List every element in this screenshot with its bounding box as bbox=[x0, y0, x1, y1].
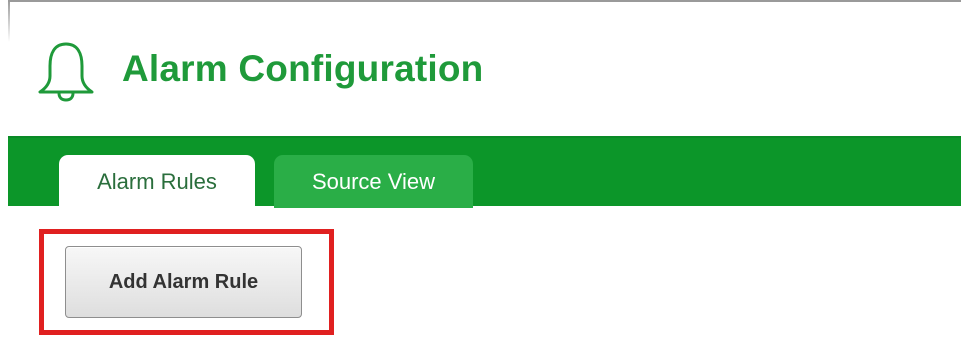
tab-alarm-rules[interactable]: Alarm Rules bbox=[59, 155, 255, 208]
tab-bar: Alarm Rules Source View bbox=[8, 136, 961, 208]
page-title: Alarm Configuration bbox=[122, 48, 484, 89]
page-header: Alarm Configuration bbox=[0, 2, 961, 136]
tab-source-view[interactable]: Source View bbox=[274, 155, 473, 208]
bell-icon bbox=[38, 42, 94, 102]
add-alarm-rule-button[interactable]: Add Alarm Rule bbox=[65, 246, 302, 318]
